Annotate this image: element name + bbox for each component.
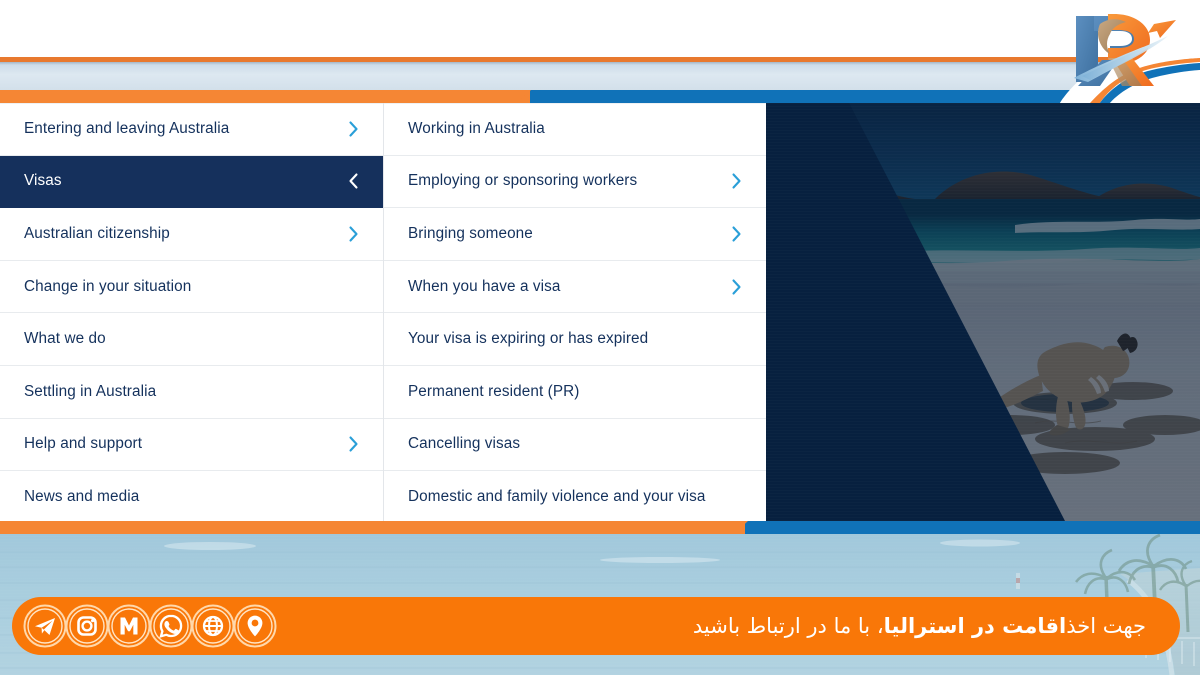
header-light-band	[0, 62, 1200, 90]
social-links-row	[22, 603, 277, 649]
chevron-right-icon[interactable]	[728, 279, 744, 295]
ribbon-text-segment: ، با ما در ارتباط باشید	[692, 614, 884, 638]
menu-item-label: Working in Australia	[408, 120, 545, 138]
header-thin-orange-rule	[0, 57, 1200, 62]
menu-item-label: News and media	[24, 487, 140, 505]
menu-item-label: Entering and leaving Australia	[24, 120, 230, 138]
globe-icon[interactable]	[190, 603, 236, 649]
chevron-placeholder	[728, 331, 744, 347]
r-arrow-logo[interactable]	[1056, 6, 1178, 92]
menu-item-label: Australian citizenship	[24, 224, 170, 242]
menu-item-label: What we do	[24, 330, 106, 348]
mail-m-icon[interactable]	[106, 603, 152, 649]
contact-ribbon-text: جهت اخذ اقامت در استرالیا ، با ما در ارتب…	[693, 597, 1146, 655]
location-pin-icon[interactable]	[232, 603, 278, 649]
menu-item-employing-or-sponsoring-workers[interactable]: Employing or sponsoring workers	[384, 156, 766, 209]
menu-item-cancelling-visas[interactable]: Cancelling visas	[384, 419, 766, 472]
menu-item-entering-and-leaving-australia[interactable]: Entering and leaving Australia	[0, 103, 383, 156]
menu-item-label: Visas	[24, 172, 62, 190]
chevron-placeholder	[345, 279, 361, 295]
menu-item-domestic-and-family-violence-and-your-visa[interactable]: Domestic and family violence and your vi…	[384, 471, 766, 521]
chevron-placeholder	[728, 436, 744, 452]
header-orange-bar	[0, 90, 530, 103]
chevron-right-icon[interactable]	[728, 226, 744, 242]
chevron-right-icon[interactable]	[728, 173, 744, 189]
menu-item-visas[interactable]: Visas	[0, 155, 383, 209]
chevron-placeholder	[345, 489, 361, 505]
ribbon-text-segment: جهت اخذ	[1066, 614, 1146, 638]
menu-item-label: Cancelling visas	[408, 435, 521, 453]
menu-item-label: Help and support	[24, 435, 143, 453]
menu-item-what-we-do[interactable]: What we do	[0, 313, 383, 366]
chevron-placeholder	[728, 384, 744, 400]
bottom-blue-bar	[735, 521, 1200, 534]
menu-item-australian-citizenship[interactable]: Australian citizenship	[0, 208, 383, 261]
menu-item-your-visa-is-expiring-or-has-expired[interactable]: Your visa is expiring or has expired	[384, 313, 766, 366]
menu-item-working-in-australia[interactable]: Working in Australia	[384, 103, 766, 156]
menu-item-label: Domestic and family violence and your vi…	[408, 487, 706, 505]
chevron-placeholder	[345, 331, 361, 347]
menu-item-bringing-someone[interactable]: Bringing someone	[384, 208, 766, 261]
menu-item-label: When you have a visa	[408, 277, 561, 295]
menu-item-label: Your visa is expiring or has expired	[408, 330, 649, 348]
header-white-area	[0, 0, 1200, 57]
menu-item-label: Change in your situation	[24, 277, 192, 295]
chevron-right-icon[interactable]	[345, 436, 361, 452]
navigation-megamenu: Entering and leaving Australia Visas Austr…	[0, 103, 1200, 521]
chevron-placeholder	[728, 489, 744, 505]
menu-column-primary: Entering and leaving Australia Visas Austr…	[0, 103, 383, 521]
chevron-right-icon[interactable]	[345, 226, 361, 242]
chevron-placeholder	[345, 384, 361, 400]
chevron-right-icon[interactable]	[345, 121, 361, 137]
menu-item-when-you-have-a-visa[interactable]: When you have a visa	[384, 261, 766, 314]
menu-item-settling-in-australia[interactable]: Settling in Australia	[0, 366, 383, 419]
chevron-left-icon[interactable]	[345, 173, 361, 189]
menu-item-label: Settling in Australia	[24, 382, 157, 400]
menu-item-news-and-media[interactable]: News and media	[0, 471, 383, 521]
menu-item-label: Permanent resident (PR)	[408, 382, 580, 400]
menu-column-secondary: Working in Australia Employing or sponsor…	[383, 103, 766, 521]
ribbon-text-segment: اقامت در استرالیا	[883, 614, 1067, 638]
instagram-icon[interactable]	[64, 603, 110, 649]
page-stage: Entering and leaving Australia Visas Austr…	[0, 0, 1200, 675]
menu-item-permanent-resident-pr[interactable]: Permanent resident (PR)	[384, 366, 766, 419]
menu-item-label: Bringing someone	[408, 224, 533, 242]
chevron-placeholder	[728, 121, 744, 137]
menu-item-change-in-your-situation[interactable]: Change in your situation	[0, 261, 383, 314]
whatsapp-icon[interactable]	[148, 603, 194, 649]
bottom-orange-bar	[0, 521, 745, 534]
telegram-icon[interactable]	[22, 603, 68, 649]
menu-item-help-and-support[interactable]: Help and support	[0, 419, 383, 472]
menu-item-label: Employing or sponsoring workers	[408, 172, 638, 190]
